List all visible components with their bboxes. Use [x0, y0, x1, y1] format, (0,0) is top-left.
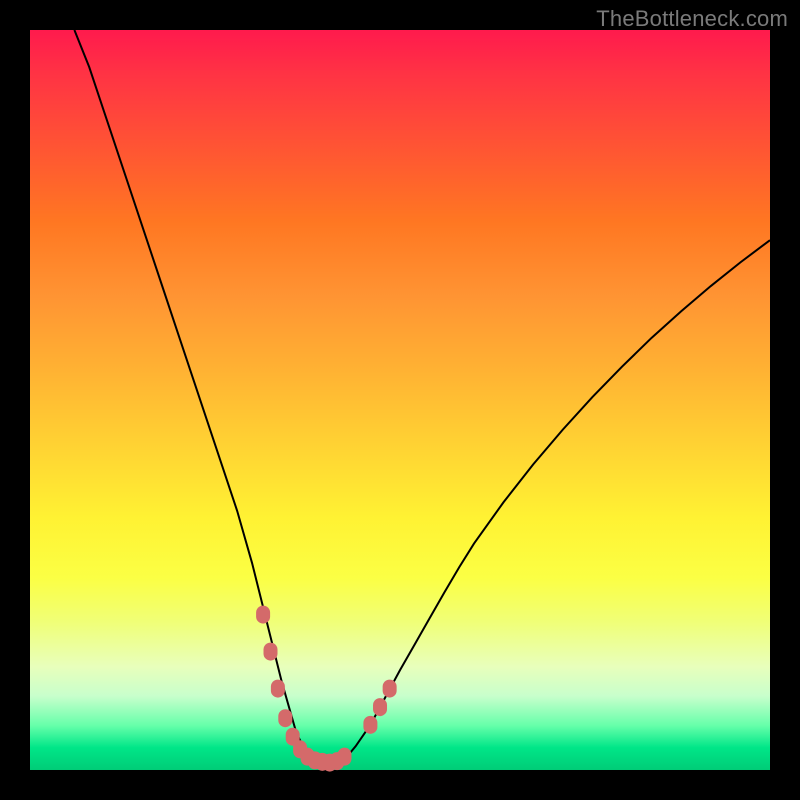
- curve-marker: [373, 698, 387, 716]
- curve-marker: [271, 680, 285, 698]
- chart-frame: TheBottleneck.com: [0, 0, 800, 800]
- bottleneck-curve: [74, 30, 770, 763]
- curve-markers: [256, 606, 397, 772]
- curve-marker: [278, 709, 292, 727]
- curve-marker: [256, 606, 270, 624]
- plot-area: [30, 30, 770, 770]
- watermark-text: TheBottleneck.com: [596, 6, 788, 32]
- curve-marker: [264, 643, 278, 661]
- curve-marker: [338, 748, 352, 766]
- curve-marker: [363, 716, 377, 734]
- chart-svg: [30, 30, 770, 770]
- curve-marker: [383, 680, 397, 698]
